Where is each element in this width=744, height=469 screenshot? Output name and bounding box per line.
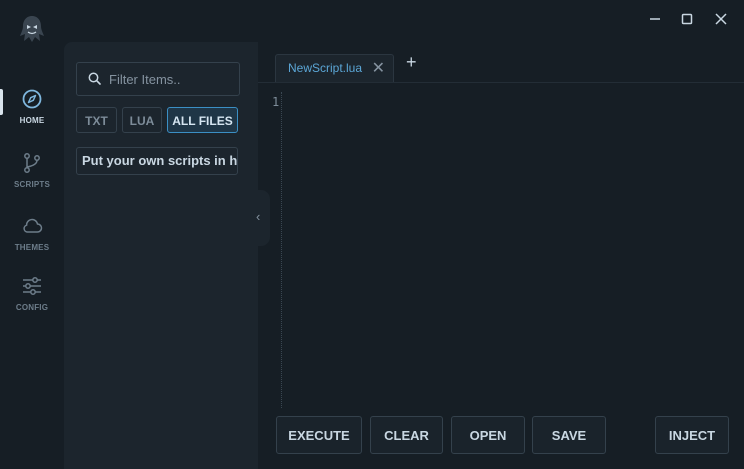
search-icon <box>88 72 101 85</box>
filter-lua-button[interactable]: LUA <box>122 107 162 133</box>
collapse-panel-toggle[interactable]: ‹ <box>252 190 270 246</box>
nav-rail: HOME SCRIPTS THEMES CONFIG <box>0 0 64 469</box>
filter-all-files-button[interactable]: ALL FILES <box>167 107 238 133</box>
compass-icon <box>22 89 42 109</box>
line-number: 1 <box>272 95 280 109</box>
nav-home[interactable]: HOME <box>0 88 64 142</box>
git-branch-icon <box>24 153 40 173</box>
search-box <box>76 62 240 96</box>
add-tab-icon[interactable]: + <box>406 52 417 73</box>
open-button[interactable]: OPEN <box>451 416 525 454</box>
clear-button[interactable]: CLEAR <box>370 416 443 454</box>
search-input[interactable] <box>109 63 231 95</box>
inject-button[interactable]: INJECT <box>655 416 729 454</box>
file-list-item[interactable]: Put your own scripts in here <box>76 147 238 175</box>
nav-home-label: HOME <box>19 116 45 125</box>
nav-themes[interactable]: THEMES <box>0 215 64 269</box>
sliders-icon <box>23 277 41 295</box>
nav-config-label: CONFIG <box>15 303 49 312</box>
app-logo-icon <box>20 16 44 42</box>
execute-button[interactable]: EXECUTE <box>276 416 362 454</box>
nav-scripts[interactable]: SCRIPTS <box>0 152 64 206</box>
nav-config[interactable]: CONFIG <box>0 275 64 329</box>
editor-tab[interactable]: NewScript.lua ✕ <box>275 54 394 82</box>
code-editor[interactable] <box>286 90 736 406</box>
close-tab-icon[interactable]: ✕ <box>372 58 385 78</box>
gutter-divider <box>281 92 282 408</box>
filter-txt-button[interactable]: TXT <box>76 107 117 133</box>
editor-tab-bar: NewScript.lua ✕ + <box>258 42 744 83</box>
chevron-left-icon: ‹ <box>256 209 261 224</box>
nav-scripts-label: SCRIPTS <box>13 180 51 189</box>
nav-themes-label: THEMES <box>14 243 50 252</box>
maximize-icon[interactable] <box>678 10 696 28</box>
file-panel: TXT LUA ALL FILES Put your own scripts i… <box>64 42 258 469</box>
tab-label[interactable]: NewScript.lua <box>288 61 362 75</box>
save-button[interactable]: SAVE <box>532 416 606 454</box>
close-window-icon[interactable] <box>712 10 730 28</box>
minimize-icon[interactable] <box>646 10 664 28</box>
cloud-icon <box>23 218 43 233</box>
